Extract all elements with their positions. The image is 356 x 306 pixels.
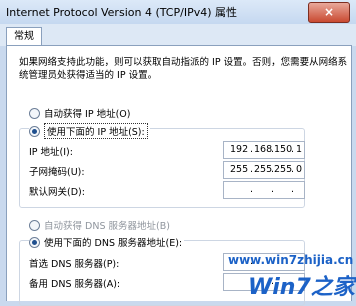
radio-manual-dns[interactable]: 使用下面的 DNS 服务器地址(E): [29,235,185,249]
ip-octet-2: 168 [254,144,273,155]
tab-bar: 常规 [0,24,356,47]
ip-address-label: IP 地址(I): [29,147,73,158]
mask-octet-2: 255 [254,164,273,175]
radio-auto-dns[interactable]: 自动获得 DNS 服务器地址(B) [29,218,170,232]
default-gateway-label: 默认网关(D): [29,187,85,198]
alternate-dns-label: 备用 DNS 服务器(A): [29,279,121,290]
manual-dns-label: 使用下面的 DNS 服务器地址(E): [44,238,183,249]
auto-dns-label: 自动获得 DNS 服务器地址(B) [44,221,170,232]
manual-ip-label: 使用下面的 IP 地址(S): [44,123,148,139]
watermark-url: www.win7zhijia.cn [228,253,354,267]
window-title: Internet Protocol Version 4 (TCP/IPv4) 属… [6,6,237,19]
radio-button[interactable] [29,107,40,119]
close-button[interactable]: × [308,2,350,23]
mask-octet-3: 255 [274,164,293,175]
watermark-logo: Win7之家 [248,275,355,300]
radio-manual-ip[interactable]: 使用下面的 IP 地址(S): [29,123,150,139]
auto-ip-label: 自动获得 IP 地址(O) [44,109,131,120]
tab-general[interactable]: 常规 [6,27,42,47]
radio-button-selected[interactable] [29,236,40,248]
ip-octet-4: 1 [296,144,303,155]
mask-octet-4: 0 [296,164,303,175]
radio-auto-ip[interactable]: 自动获得 IP 地址(O) [29,106,130,120]
subnet-mask-label: 子网掩码(U): [29,167,85,178]
subnet-mask-input[interactable]: 255 . 255 . 255 . 0 [223,161,305,179]
ip-address-input[interactable]: 192 . 168 . 150 . 1 [223,141,305,159]
preferred-dns-label: 首选 DNS 服务器(P): [29,259,120,270]
close-icon: × [323,5,335,19]
radio-button[interactable] [29,219,40,231]
default-gateway-input[interactable]: . . . [223,181,305,199]
watermark: www.win7zhijia.cn Win7之家 [228,253,356,300]
ip-octet-3: 150 [274,144,293,155]
description-text: 如果网络支持此功能，则可以获取自动指派的 IP 设置。否则，您需要从网络系统管理… [19,57,348,81]
title-bar: Internet Protocol Version 4 (TCP/IPv4) 属… [0,0,356,24]
radio-button-selected[interactable] [29,125,40,137]
ip-octet-1: 192 [230,144,249,155]
mask-octet-1: 255 [230,164,249,175]
